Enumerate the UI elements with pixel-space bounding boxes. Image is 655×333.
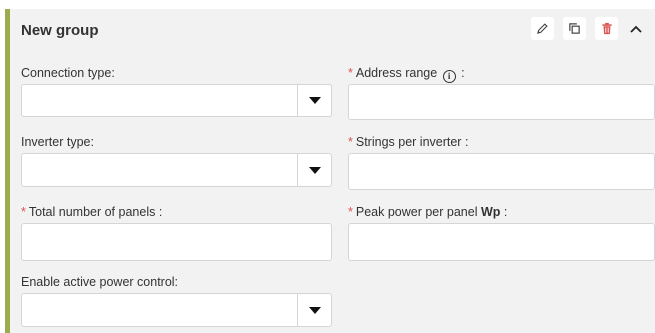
connection-type-select[interactable] bbox=[21, 84, 332, 117]
pencil-icon bbox=[537, 23, 548, 34]
active-power-control-label-text: Enable active power control: bbox=[21, 275, 179, 289]
active-power-control-label: Enable active power control: bbox=[21, 275, 178, 289]
active-power-control-select[interactable] bbox=[21, 293, 332, 327]
group-actions bbox=[531, 17, 645, 40]
inverter-type-select[interactable] bbox=[21, 153, 332, 187]
active-power-control-dropdown-toggle[interactable] bbox=[297, 293, 332, 327]
inverter-type-label: Inverter type: bbox=[21, 135, 94, 149]
chevron-up-icon bbox=[630, 25, 642, 33]
required-mark: * bbox=[21, 205, 26, 219]
required-mark: * bbox=[348, 66, 353, 80]
total-panels-input[interactable] bbox=[21, 223, 332, 261]
collapse-button[interactable] bbox=[627, 17, 645, 40]
duplicate-button[interactable] bbox=[563, 17, 586, 40]
copy-icon bbox=[569, 23, 580, 34]
required-mark: * bbox=[348, 135, 353, 149]
caret-down-icon bbox=[308, 97, 321, 104]
peak-power-label: * Peak power per panel Wp : bbox=[348, 205, 507, 219]
inverter-type-select-box[interactable] bbox=[21, 153, 332, 187]
peak-power-label-text: Peak power per panel bbox=[355, 205, 481, 219]
connection-type-dropdown-toggle[interactable] bbox=[297, 84, 332, 117]
inverter-type-label-text: Inverter type: bbox=[21, 135, 94, 149]
edit-button[interactable] bbox=[531, 17, 554, 40]
group-panel: New group Connection type: * Address ran… bbox=[5, 9, 655, 333]
group-title: New group bbox=[21, 22, 99, 39]
peak-power-unit: Wp bbox=[480, 205, 501, 219]
connection-type-label-text: Connection type: bbox=[21, 66, 115, 80]
caret-down-icon bbox=[308, 166, 321, 174]
peak-power-label-suffix: : bbox=[500, 205, 508, 219]
info-icon[interactable]: i bbox=[442, 70, 456, 83]
total-panels-label: * Total number of panels : bbox=[21, 205, 162, 219]
required-mark: * bbox=[348, 205, 353, 219]
strings-per-inverter-label-text: Strings per inverter : bbox=[355, 135, 469, 149]
address-range-label: * Address range i : bbox=[348, 66, 465, 83]
connection-type-label: Connection type: bbox=[21, 66, 115, 80]
strings-per-inverter-input[interactable] bbox=[348, 153, 655, 190]
total-panels-label-text: Total number of panels : bbox=[28, 205, 163, 219]
strings-per-inverter-label: * Strings per inverter : bbox=[348, 135, 468, 149]
caret-down-icon bbox=[308, 306, 321, 314]
address-range-label-suffix: : bbox=[457, 66, 465, 80]
delete-button[interactable] bbox=[595, 17, 618, 40]
address-range-label-text: Address range bbox=[355, 66, 438, 80]
peak-power-input[interactable] bbox=[348, 223, 655, 261]
active-power-control-select-box[interactable] bbox=[21, 293, 332, 327]
inverter-type-dropdown-toggle[interactable] bbox=[297, 153, 332, 187]
trash-icon bbox=[601, 22, 612, 35]
address-range-input[interactable] bbox=[348, 84, 655, 120]
connection-type-select-box[interactable] bbox=[21, 84, 332, 117]
